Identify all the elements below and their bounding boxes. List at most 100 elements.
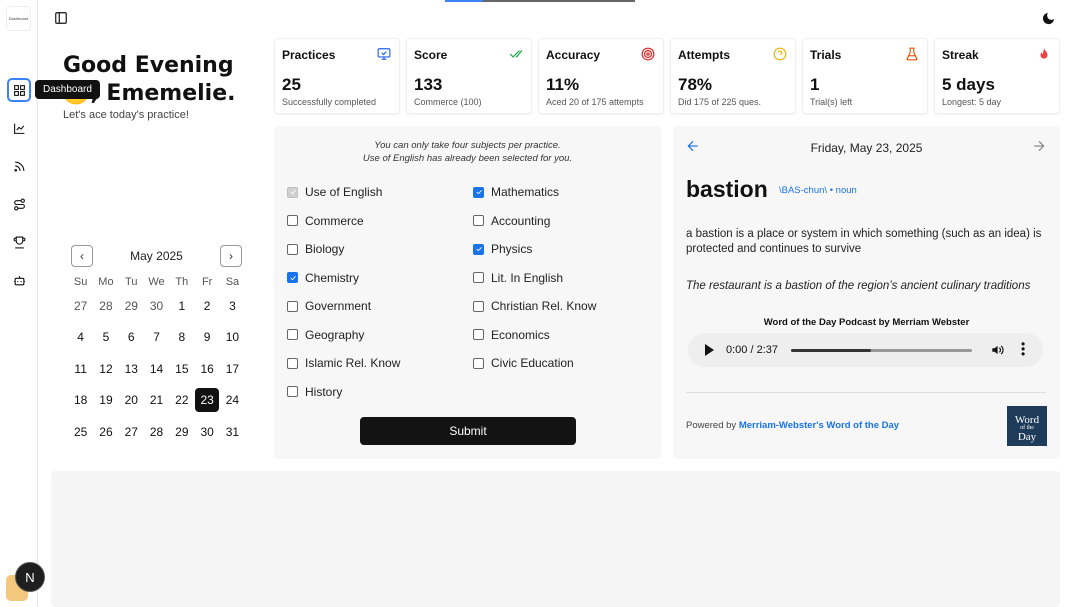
calendar-day[interactable]: 1 [169,290,194,322]
chevron-right-icon: › [229,249,233,263]
subject-accounting[interactable]: Accounting [473,214,550,228]
calendar-day[interactable]: 26 [93,416,118,448]
calendar-day[interactable]: 2 [194,290,219,322]
subject-checkbox[interactable] [473,243,484,255]
subject-mathematics[interactable]: Mathematics [473,185,559,199]
subject-label: Accounting [491,213,551,228]
subject-checkbox[interactable] [473,215,484,226]
sidebar-item-feed[interactable] [7,154,31,178]
calendar-day[interactable]: 3 [220,290,245,322]
calendar-day[interactable]: 7 [144,322,169,354]
calendar-day[interactable]: 22 [169,385,194,417]
subject-checkbox[interactable] [287,272,298,283]
calendar-prev-button[interactable]: ‹ [71,245,93,267]
calendar-day[interactable]: 30 [194,416,219,448]
calendar-day[interactable]: 29 [169,416,194,448]
sidebar-item-bot[interactable] [7,268,31,292]
subject-label: Economics [491,327,550,342]
calendar-day[interactable]: 4 [68,322,93,354]
subject-checkbox[interactable] [287,386,298,397]
calendar-day[interactable]: 16 [194,353,219,385]
subject-civic-education[interactable]: Civic Education [473,356,574,370]
stat-subtitle: Commerce (100) [414,97,482,107]
subject-government[interactable]: Government [287,299,371,313]
subject-chemistry[interactable]: Chemistry [287,271,359,285]
stat-value: 5 days [942,75,995,94]
subject-commerce[interactable]: Commerce [287,214,364,228]
subject-checkbox[interactable] [287,243,298,255]
wotd-next-button[interactable] [1031,138,1047,154]
calendar-day[interactable]: 13 [119,353,144,385]
subject-label: Commerce [305,213,364,228]
double-check-icon [509,47,523,61]
app-logo[interactable]: Dashboard [6,6,31,31]
submit-button[interactable]: Submit [360,417,576,445]
sidebar-item-route[interactable] [7,192,31,216]
subject-label: Government [305,299,372,313]
calendar-day[interactable]: 5 [93,322,118,354]
calendar-day[interactable]: 28 [144,416,169,448]
route-icon [13,198,25,210]
bot-icon [13,275,25,285]
calendar-day[interactable]: 6 [119,322,144,354]
calendar-day[interactable]: 14 [144,353,169,385]
calendar-day[interactable]: 15 [169,353,194,385]
subject-checkbox[interactable] [287,357,298,369]
calendar-day[interactable]: 25 [68,416,93,448]
calendar-day[interactable]: 9 [194,322,219,354]
subject-checkbox[interactable] [287,300,298,312]
sidebar-item-dashboard[interactable] [7,78,31,102]
monitor-check-icon [377,47,391,61]
calendar-day[interactable]: 19 [93,385,118,417]
calendar-day[interactable]: 12 [93,353,118,385]
bottom-panel [51,471,1060,607]
calendar-next-button[interactable]: › [220,245,242,267]
calendar-day[interactable]: 21 [144,385,169,417]
subject-checkbox[interactable] [473,357,484,369]
next-devtools-button[interactable]: N [15,562,45,592]
calendar-weekday: Su [73,276,88,288]
calendar-day[interactable]: 11 [68,353,93,385]
stat-subtitle: Trial(s) left [810,97,853,107]
subject-checkbox[interactable] [473,300,484,312]
theme-toggle-button[interactable] [1041,11,1056,26]
subject-label: Chemistry [305,270,360,285]
calendar-day[interactable]: 24 [220,385,245,417]
wotd-definition: a bastion is a place or system in which … [686,228,1042,255]
sidebar-item-analytics[interactable] [7,116,31,140]
sidebar-item-trophy[interactable] [7,230,31,254]
calendar-day[interactable]: 27 [119,416,144,448]
merriam-webster-link[interactable]: Merriam-Webster's Word of the Day [739,420,899,431]
calendar-day[interactable]: 10 [220,322,245,354]
subject-checkbox[interactable] [287,329,298,340]
volume-button[interactable] [990,343,1004,357]
calendar-day[interactable]: 20 [119,385,144,417]
play-icon[interactable] [705,344,714,356]
subject-biology[interactable]: Biology [287,242,344,256]
stat-subtitle: Aced 20 of 175 attempts [546,97,644,107]
calendar-day[interactable]: 30 [144,290,169,322]
subject-physics[interactable]: Physics [473,242,532,256]
subject-geography[interactable]: Geography [287,328,364,342]
calendar-day[interactable]: 27 [68,290,93,322]
subject-economics[interactable]: Economics [473,328,550,342]
calendar-day[interactable]: 17 [220,353,245,385]
subject-checkbox[interactable] [473,329,484,340]
calendar-day[interactable]: 31 [220,416,245,448]
subject-lit-in-english[interactable]: Lit. In English [473,271,563,285]
calendar-day[interactable]: 8 [169,322,194,354]
calendar-day-selected[interactable]: 23 [194,385,220,417]
calendar-day[interactable]: 18 [68,385,93,417]
audio-seek-slider[interactable] [791,349,972,352]
subject-checkbox[interactable] [473,272,484,283]
more-options-button[interactable]: • • • [1021,338,1025,360]
subject-history[interactable]: History [287,385,342,399]
subject-christian-rel-know[interactable]: Christian Rel. Know [473,299,596,313]
subject-checkbox[interactable] [287,215,298,226]
calendar-day[interactable]: 28 [93,290,118,322]
calendar-weekday: Sa [225,276,240,288]
calendar-day[interactable]: 29 [119,290,144,322]
subject-islamic-rel-know[interactable]: Islamic Rel. Know [287,356,400,370]
sidebar-toggle-button[interactable] [54,11,68,25]
subject-checkbox[interactable] [473,186,484,198]
